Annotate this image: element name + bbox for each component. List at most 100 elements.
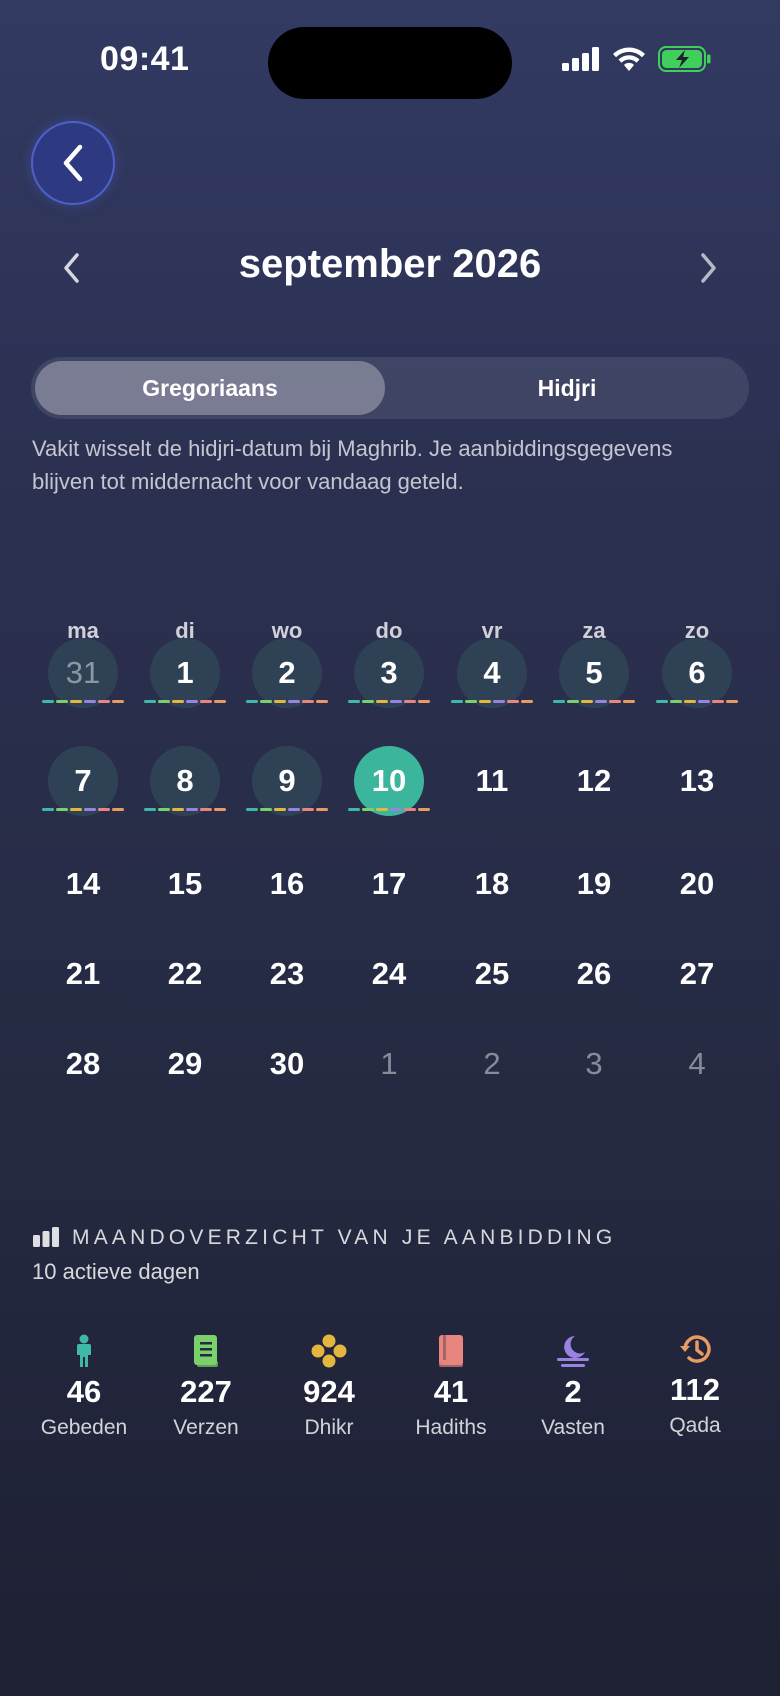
- moon-icon: [512, 1334, 634, 1368]
- stat-value: 924: [303, 1374, 355, 1409]
- calendar-day[interactable]: 16: [236, 848, 338, 928]
- dynamic-island: [268, 27, 512, 99]
- calendar-day-number: 6: [688, 655, 706, 690]
- stat-value: 41: [433, 1374, 469, 1409]
- info-text: Vakit wisselt de hidjri-datum bij Maghri…: [32, 436, 673, 494]
- stat-value: 112: [669, 1372, 720, 1407]
- calendar-day-number: 25: [474, 956, 510, 991]
- activity-indicators: [553, 700, 635, 703]
- calendar-day-number: 5: [585, 655, 603, 690]
- calendar-day[interactable]: 14: [32, 848, 134, 928]
- activity-indicators: [348, 808, 430, 811]
- activity-indicator: [42, 808, 54, 811]
- calendar-day[interactable]: 10: [338, 745, 440, 825]
- calendar-day[interactable]: 22: [134, 938, 236, 1018]
- calendar-day[interactable]: 12: [543, 745, 645, 825]
- calendar-day-number: 30: [269, 1046, 305, 1081]
- calendar-day[interactable]: 5: [543, 637, 645, 717]
- calendar-day[interactable]: 2: [441, 1028, 543, 1108]
- activity-indicators: [246, 808, 328, 811]
- calendar-day-number: 31: [65, 655, 101, 690]
- activity-indicator: [376, 808, 388, 811]
- calendar-day-number: 14: [65, 866, 101, 901]
- battery-charging-icon: [658, 46, 711, 72]
- calendar-day[interactable]: 20: [646, 848, 748, 928]
- calendar-day-number: 1: [380, 1046, 398, 1081]
- calendar-day[interactable]: 19: [543, 848, 645, 928]
- calendar-day[interactable]: 9: [236, 745, 338, 825]
- activity-indicator: [465, 700, 477, 703]
- calendar-day[interactable]: 15: [134, 848, 236, 928]
- activity-indicator: [260, 700, 272, 703]
- stat-label: Gebeden: [40, 1416, 128, 1439]
- calendar-day[interactable]: 13: [646, 745, 748, 825]
- calendar-day[interactable]: 24: [338, 938, 440, 1018]
- calendar-day[interactable]: 1: [338, 1028, 440, 1108]
- activity-indicator: [112, 808, 124, 811]
- activity-indicator: [288, 808, 300, 811]
- activity-indicator: [362, 700, 374, 703]
- calendar-day[interactable]: 6: [646, 637, 748, 717]
- stat-value: 46: [66, 1374, 102, 1409]
- activity-indicator: [390, 700, 402, 703]
- next-month-button[interactable]: [696, 252, 720, 289]
- calendar-day-number: 3: [380, 655, 398, 690]
- activity-indicator: [302, 700, 314, 703]
- calendar-day-number: 17: [371, 866, 407, 901]
- calendar-day-number: 4: [688, 1046, 706, 1081]
- bar-chart-icon: [33, 1227, 59, 1247]
- calendar-day-number: 19: [576, 866, 612, 901]
- calendar-day[interactable]: 11: [441, 745, 543, 825]
- activity-indicator: [698, 700, 710, 703]
- stat-gebeden: 46 Gebeden: [23, 1334, 145, 1440]
- calendar-day[interactable]: 31: [32, 637, 134, 717]
- status-icons: [562, 46, 712, 72]
- activity-indicator: [158, 700, 170, 703]
- activity-indicator: [418, 700, 430, 703]
- signal-icon: [562, 47, 599, 71]
- month-title: september 2026: [238, 242, 542, 286]
- activity-indicator: [521, 700, 533, 703]
- segment-gregorian[interactable]: Gregoriaans: [35, 361, 385, 415]
- activity-indicator: [246, 700, 258, 703]
- calendar-day-number: 22: [167, 956, 203, 991]
- calendar-day-number: 16: [269, 866, 305, 901]
- calendar-day[interactable]: 3: [338, 637, 440, 717]
- activity-indicator: [98, 808, 110, 811]
- calendar-day[interactable]: 30: [236, 1028, 338, 1108]
- activity-indicator: [451, 700, 463, 703]
- chevron-left-icon: [63, 144, 83, 182]
- calendar-day-number: 12: [576, 763, 612, 798]
- stat-value: 2: [564, 1374, 582, 1409]
- calendar-day[interactable]: 3: [543, 1028, 645, 1108]
- calendar-day[interactable]: 8: [134, 745, 236, 825]
- calendar-day[interactable]: 27: [646, 938, 748, 1018]
- calendar-day[interactable]: 28: [32, 1028, 134, 1108]
- back-button[interactable]: [31, 121, 115, 205]
- stat-label: Dhikr: [304, 1416, 354, 1439]
- calendar-day[interactable]: 4: [441, 637, 543, 717]
- calendar-day[interactable]: 17: [338, 848, 440, 928]
- calendar-day-number: 29: [167, 1046, 203, 1081]
- calendar-day[interactable]: 18: [441, 848, 543, 928]
- activity-indicators: [144, 700, 226, 703]
- activity-indicator: [274, 700, 286, 703]
- hadith-book-icon: [390, 1334, 512, 1368]
- segment-hijri[interactable]: Hidjri: [389, 361, 745, 415]
- calendar-day[interactable]: 26: [543, 938, 645, 1018]
- calendar-day[interactable]: 2: [236, 637, 338, 717]
- activity-indicator: [670, 700, 682, 703]
- calendar-day[interactable]: 23: [236, 938, 338, 1018]
- activity-indicator: [274, 808, 286, 811]
- activity-indicators: [42, 808, 124, 811]
- calendar-day[interactable]: 4: [646, 1028, 748, 1108]
- calendar-day[interactable]: 7: [32, 745, 134, 825]
- activity-indicator: [507, 700, 519, 703]
- activity-indicator: [348, 700, 360, 703]
- calendar-day[interactable]: 29: [134, 1028, 236, 1108]
- calendar-day-number: 2: [278, 655, 296, 690]
- calendar-day[interactable]: 21: [32, 938, 134, 1018]
- calendar-day[interactable]: 25: [441, 938, 543, 1018]
- calendar-day[interactable]: 1: [134, 637, 236, 717]
- calendar-day-number: 23: [269, 956, 305, 991]
